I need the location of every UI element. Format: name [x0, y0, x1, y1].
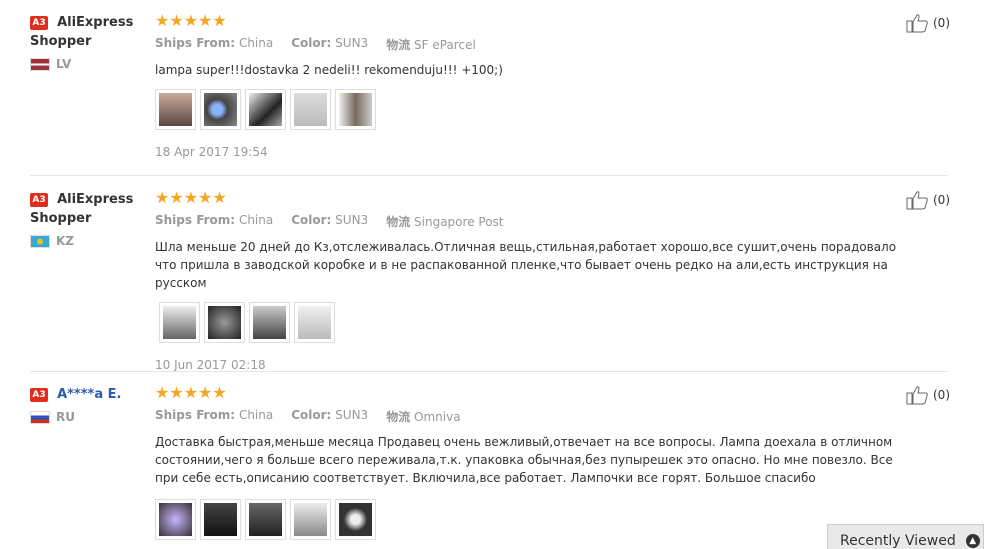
review-photo[interactable] — [245, 499, 286, 540]
review-photo[interactable] — [200, 499, 241, 540]
review-text: Шла меньше 20 дней до Кз,отслеживалась.О… — [155, 240, 897, 290]
review-photo[interactable] — [290, 89, 331, 130]
review-photo[interactable] — [245, 89, 286, 130]
order-info: Ships From: China Color: SUN3 物流 SF ePar… — [155, 36, 476, 52]
review-date: 10 Jun 2017 02:18 — [155, 358, 266, 372]
buyer-level-badge: A3 — [30, 192, 48, 207]
order-info: Ships From: China Color: SUN3 物流 Singapo… — [155, 213, 504, 229]
review-content: ★★★★★ Ships From: China Color: SUN3 物流 S… — [155, 13, 915, 159]
review-photos — [155, 499, 915, 540]
kazakhstan-flag-icon — [30, 234, 50, 248]
review-photo[interactable] — [200, 89, 241, 130]
review-photo[interactable] — [335, 89, 376, 130]
like-button[interactable]: (0) — [906, 385, 950, 405]
reviewer-name[interactable]: A3 A****a E. — [30, 385, 145, 404]
review-text: lampa super!!!dostavka 2 nedeli!! rekome… — [155, 63, 503, 77]
reviewer-info: A3 AliExpress Shopper KZ — [30, 190, 145, 248]
reviewer-country: LV — [30, 57, 145, 71]
order-info: Ships From: China Color: SUN3 物流 Omniva — [155, 408, 461, 424]
reviewer-name: A3 AliExpress Shopper — [30, 192, 134, 226]
like-button[interactable]: (0) — [906, 13, 950, 33]
buyer-level-badge: A3 — [30, 387, 48, 402]
review-photo[interactable] — [335, 499, 376, 540]
review-date: 18 Apr 2017 19:54 — [155, 145, 268, 159]
star-rating: ★★★★★ — [155, 188, 227, 207]
review-photo[interactable] — [155, 499, 196, 540]
review-divider — [30, 371, 948, 372]
star-rating: ★★★★★ — [155, 383, 227, 402]
review-photo[interactable] — [249, 302, 290, 343]
review-photo[interactable] — [290, 499, 331, 540]
review-text: Доставка быстрая,меньше месяца Продавец … — [155, 435, 893, 485]
like-button[interactable]: (0) — [906, 190, 950, 210]
like-count: (0) — [933, 193, 950, 207]
buyer-level-badge: A3 — [30, 15, 48, 30]
reviewer-info: A3 A****a E. RU — [30, 385, 145, 424]
russia-flag-icon — [30, 410, 50, 424]
review-photo[interactable] — [204, 302, 245, 343]
review-divider — [30, 175, 948, 176]
thumbs-up-icon — [906, 14, 928, 33]
thumbs-up-icon — [906, 191, 928, 210]
reviewer-country: RU — [30, 410, 145, 424]
review-content: ★★★★★ Ships From: China Color: SUN3 物流 S… — [155, 188, 915, 373]
review-photo[interactable] — [159, 302, 200, 343]
review-photos — [155, 89, 915, 130]
star-rating: ★★★★★ — [155, 11, 227, 30]
recently-viewed-tab[interactable]: Recently Viewed ▲ — [827, 524, 984, 549]
chevron-up-icon: ▲ — [965, 534, 980, 548]
like-count: (0) — [933, 16, 950, 30]
review-photos — [159, 302, 915, 343]
reviewer-name: A3 AliExpress Shopper — [30, 15, 134, 49]
thumbs-up-icon — [906, 386, 928, 405]
review-photo[interactable] — [294, 302, 335, 343]
latvia-flag-icon — [30, 57, 50, 71]
reviewer-info: A3 AliExpress Shopper LV — [30, 13, 145, 71]
reviewer-country: KZ — [30, 234, 145, 248]
review-photo[interactable] — [155, 89, 196, 130]
review-content: ★★★★★ Ships From: China Color: SUN3 物流 O… — [155, 385, 915, 540]
like-count: (0) — [933, 388, 950, 402]
